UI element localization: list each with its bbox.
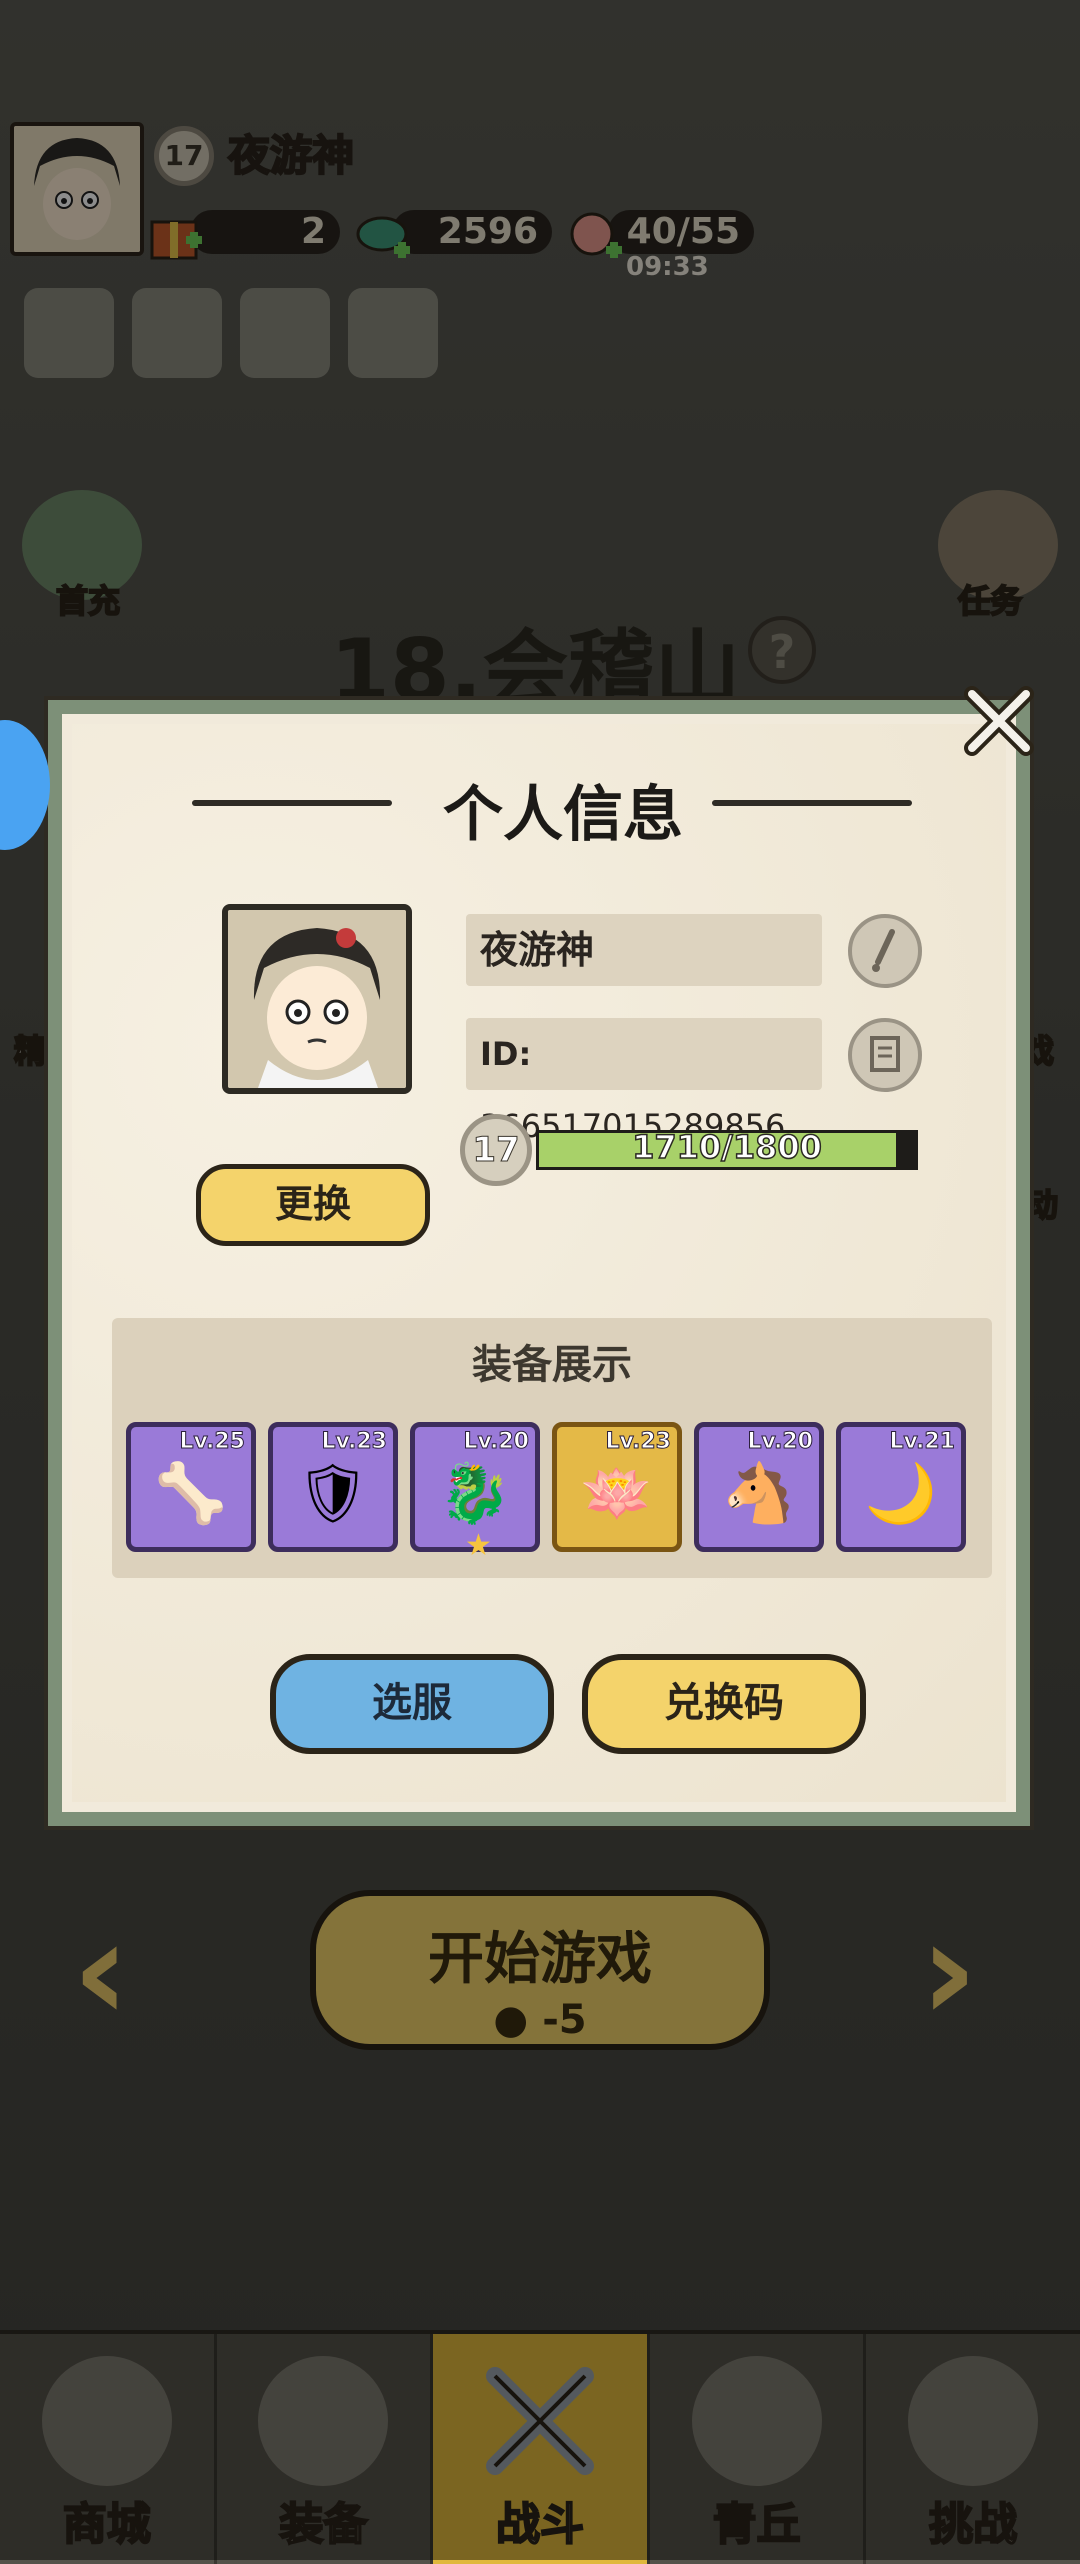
- equipment-slot[interactable]: 🛡 Lv.23: [268, 1422, 398, 1552]
- equipment-slot[interactable]: 🐴 Lv.20: [694, 1422, 824, 1552]
- winged-armor-icon: 🛡: [296, 1459, 370, 1527]
- profile-dialog: 个人信息 更换 夜游神 ID: 366517015289856 17 1710/…: [48, 700, 1030, 1826]
- equipment-level: Lv.20: [747, 1429, 814, 1455]
- equipment-slot[interactable]: 🪷 Lv.23: [552, 1422, 682, 1552]
- player-level-badge: 17: [460, 1114, 532, 1186]
- dialog-title: 个人信息: [443, 780, 683, 850]
- equipment-level: Lv.21: [889, 1429, 956, 1455]
- star-icon: ★: [465, 1528, 492, 1563]
- equipment-slot[interactable]: 🐉 Lv.20 ★: [410, 1422, 540, 1563]
- equipment-level: Lv.23: [321, 1429, 388, 1455]
- id-label: ID:: [480, 1035, 532, 1073]
- serpent-blade-icon: 🐉: [438, 1459, 512, 1527]
- edit-name-button[interactable]: [848, 914, 922, 988]
- bone-ornament-icon: 🦴: [154, 1459, 228, 1527]
- player-name-field: 夜游神: [466, 914, 822, 986]
- horse-mask-icon: 🐴: [722, 1459, 796, 1527]
- equipment-title: 装备展示: [472, 1342, 632, 1388]
- profile-portrait: [222, 904, 412, 1094]
- change-avatar-button[interactable]: 更换: [196, 1164, 430, 1246]
- player-id-field: ID: 366517015289856: [466, 1018, 822, 1145]
- edit-pencil-icon: [872, 929, 895, 972]
- equipment-slot[interactable]: 🌙 Lv.21: [836, 1422, 966, 1552]
- copy-id-button[interactable]: [848, 1018, 922, 1092]
- xp-progress-text: 1710/1800: [631, 1127, 822, 1167]
- equipment-level: Lv.20: [463, 1429, 530, 1455]
- equipment-level: Lv.25: [179, 1429, 246, 1455]
- horn-ornament-icon: 🌙: [864, 1459, 938, 1527]
- select-server-button[interactable]: 选服: [270, 1654, 554, 1754]
- dialog-paper: 个人信息 更换 夜游神 ID: 366517015289856 17 1710/…: [72, 724, 1006, 1802]
- equipment-showcase: 装备展示 🦴 Lv.25 🛡 Lv.23 🐉 Lv.20 ★ 🪷 Lv.23 🐴 Lv.20 🌙 Lv.…: [112, 1318, 992, 1578]
- lotus-belt-icon: 🪷: [580, 1459, 654, 1527]
- copy-icon: [870, 1036, 900, 1072]
- equipment-level: Lv.23: [605, 1429, 672, 1455]
- equipment-slot[interactable]: 🦴 Lv.25: [126, 1422, 256, 1552]
- redeem-code-button[interactable]: 兑换码: [582, 1654, 866, 1754]
- close-icon[interactable]: [958, 680, 1040, 762]
